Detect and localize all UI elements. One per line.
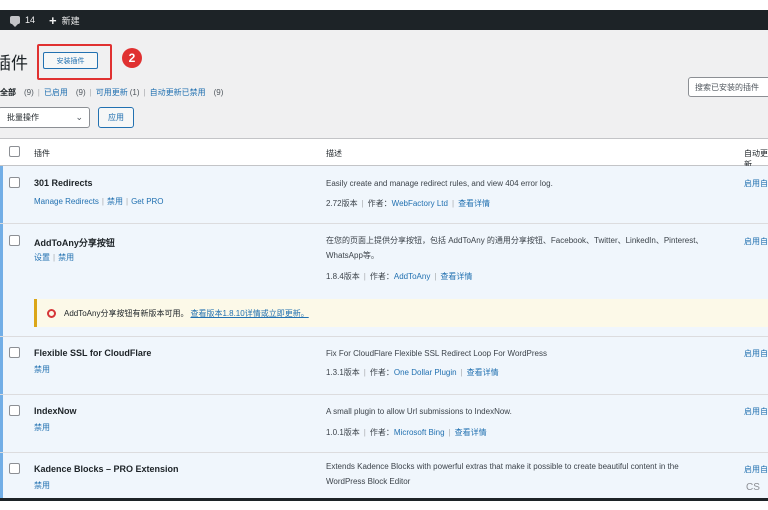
select-all-checkbox[interactable] — [9, 146, 20, 157]
table-row: Flexible SSL for CloudFlare 禁用 Fix For C… — [0, 337, 768, 395]
author-link[interactable]: One Dollar Plugin — [394, 368, 457, 377]
author-link[interactable]: AddToAny — [394, 272, 430, 281]
update-details-link[interactable]: 查看版本1.8.10详情或立即更新。 — [190, 308, 308, 319]
filter-active-count: (9) — [75, 87, 86, 97]
row-actions: 禁用 — [34, 364, 50, 375]
step-badge: 2 — [122, 48, 142, 68]
plugin-meta: 1.0.1版本 | 作者：Microsoft Bing | 查看详情 — [326, 428, 487, 437]
deactivate-link[interactable]: 禁用 — [107, 197, 123, 206]
update-notice-text: AddToAny分享按钮有新版本可用。 — [64, 308, 189, 318]
plugin-name: Kadence Blocks – PRO Extension — [34, 464, 179, 474]
row-actions: 禁用 — [34, 480, 50, 491]
bulk-action-select[interactable]: 批量操作 ⌄ — [0, 107, 90, 128]
plugin-description: Extends Kadence Blocks with powerful ext… — [326, 462, 679, 486]
view-details-link[interactable]: 查看详情 — [440, 272, 472, 281]
author-link[interactable]: Microsoft Bing — [394, 428, 445, 437]
manage-redirects-link[interactable]: Manage Redirects — [34, 197, 99, 206]
new-label: 新建 — [61, 15, 80, 26]
filter-separator: | — [37, 87, 40, 97]
author-label: 作者： — [369, 272, 394, 281]
comments-menu[interactable]: 14 — [10, 15, 36, 27]
filter-separator: | — [89, 87, 92, 97]
author-link[interactable]: WebFactory Ltd — [392, 199, 448, 208]
table-row: IndexNow 禁用 A small plugin to allow Url … — [0, 395, 768, 453]
comment-bubble-icon — [10, 16, 20, 27]
row-checkbox[interactable] — [9, 235, 20, 246]
update-warning-icon — [47, 308, 56, 318]
plugin-meta: 2.72版本 | 作者：WebFactory Ltd | 查看详情 — [326, 199, 491, 208]
plugin-description: A small plugin to allow Url submissions … — [326, 407, 512, 416]
plugin-version: 2.72版本 — [326, 199, 358, 208]
window-top-strip — [0, 0, 768, 10]
bulk-action-value: 批量操作 — [7, 113, 39, 122]
deactivate-link[interactable]: 禁用 — [34, 481, 50, 490]
author-label: 作者： — [369, 428, 394, 437]
filter-active[interactable]: 已启用 — [44, 87, 68, 98]
row-checkbox[interactable] — [9, 177, 20, 188]
plugins-table: 插件 描述 自动更新 301 Redirects Manage Redirect… — [0, 138, 768, 498]
enable-auto-update-link[interactable]: 启用自动更新 — [744, 178, 768, 189]
filter-auto-update-disabled-count: (9) — [213, 87, 224, 97]
plugin-description: 在您的页面上提供分享按钮，包括 AddToAny 的通用分享按钮、Faceboo… — [326, 236, 704, 260]
chevron-down-icon: ⌄ — [75, 112, 83, 122]
deactivate-link[interactable]: 禁用 — [58, 253, 74, 262]
enable-auto-update-link[interactable]: 启用自动更新 — [744, 236, 768, 247]
table-row: AddToAny分享按钮 设置 | 禁用 在您的页面上提供分享按钮，包括 AddTo… — [0, 224, 768, 291]
row-checkbox[interactable] — [9, 347, 20, 358]
table-header: 插件 描述 自动更新 — [0, 139, 768, 169]
plugin-version: 1.3.1版本 — [326, 368, 360, 377]
plugin-name: AddToAny分享按钮 — [34, 238, 115, 248]
table-row: 301 Redirects Manage Redirects | 禁用 | Get PR… — [0, 166, 768, 224]
filter-separator: | — [143, 87, 146, 97]
row-actions: Manage Redirects | 禁用 | Get PRO — [34, 197, 164, 206]
apply-button[interactable]: 应用 — [98, 107, 134, 128]
enable-auto-update-link[interactable]: 启用自动更新 — [744, 348, 768, 359]
deactivate-link[interactable]: 禁用 — [34, 365, 50, 374]
enable-auto-update-link[interactable]: 启用自动更新 — [744, 464, 768, 475]
settings-link[interactable]: 设置 — [34, 253, 50, 262]
plugin-version: 1.0.1版本 — [326, 428, 360, 437]
plugin-version: 1.8.4版本 — [326, 272, 360, 281]
enable-auto-update-link[interactable]: 启用自动更新 — [744, 406, 768, 417]
admin-window: 14 + 新建 插件 安装插件 2 全部 (9) | 已启用 (9) | 可用更… — [0, 0, 768, 501]
row-actions: 禁用 — [34, 422, 50, 433]
view-details-link[interactable]: 查看详情 — [467, 368, 499, 377]
update-notice-row: AddToAny分享按钮有新版本可用。 查看版本1.8.10详情或立即更新。 — [0, 291, 768, 337]
deactivate-link[interactable]: 禁用 — [34, 423, 50, 432]
plus-icon: + — [49, 12, 57, 28]
plugin-status-filters: 全部 (9) | 已启用 (9) | 可用更新 (1) | 自动更新已禁用 (9… — [0, 86, 223, 98]
view-details-link[interactable]: 查看详情 — [455, 428, 487, 437]
column-plugin: 插件 — [34, 149, 50, 158]
author-label: 作者： — [369, 368, 394, 377]
admin-bar: 14 + 新建 — [0, 10, 768, 30]
filter-all-count: (9) — [24, 87, 34, 97]
row-checkbox[interactable] — [9, 463, 20, 474]
comments-count: 14 — [25, 15, 36, 25]
filter-upgrade[interactable]: 可用更新 — [96, 87, 128, 98]
add-plugin-button[interactable]: 安装插件 — [43, 52, 98, 69]
plugin-name: Flexible SSL for CloudFlare — [34, 348, 152, 358]
get-pro-link[interactable]: Get PRO — [131, 197, 163, 206]
page-title: 插件 — [0, 54, 28, 73]
watermark: CS — [746, 482, 760, 493]
filter-all[interactable]: 全部 — [0, 87, 16, 98]
plugin-search-input[interactable]: 搜索已安装的插件 — [688, 77, 768, 97]
plugin-name: IndexNow — [34, 406, 77, 416]
filter-auto-update-disabled[interactable]: 自动更新已禁用 — [150, 87, 206, 98]
row-checkbox[interactable] — [9, 405, 20, 416]
plugin-name: 301 Redirects — [34, 178, 93, 188]
column-description: 描述 — [326, 149, 342, 158]
plugin-description: Fix For CloudFlare Flexible SSL Redirect… — [326, 349, 547, 358]
author-label: 作者： — [367, 199, 392, 208]
view-details-link[interactable]: 查看详情 — [458, 199, 490, 208]
filter-upgrade-count: (1) — [129, 87, 140, 97]
new-content-menu[interactable]: + 新建 — [49, 14, 80, 27]
table-row: Kadence Blocks – PRO Extension 禁用 Extend… — [0, 453, 768, 498]
plugin-description: Easily create and manage redirect rules,… — [326, 179, 553, 188]
plugin-meta: 1.8.4版本 | 作者：AddToAny | 查看详情 — [326, 272, 473, 281]
update-notice: AddToAny分享按钮有新版本可用。 查看版本1.8.10详情或立即更新。 — [34, 299, 768, 327]
plugin-meta: 1.3.1版本 | 作者：One Dollar Plugin | 查看详情 — [326, 368, 499, 377]
row-actions: 设置 | 禁用 — [34, 253, 75, 262]
